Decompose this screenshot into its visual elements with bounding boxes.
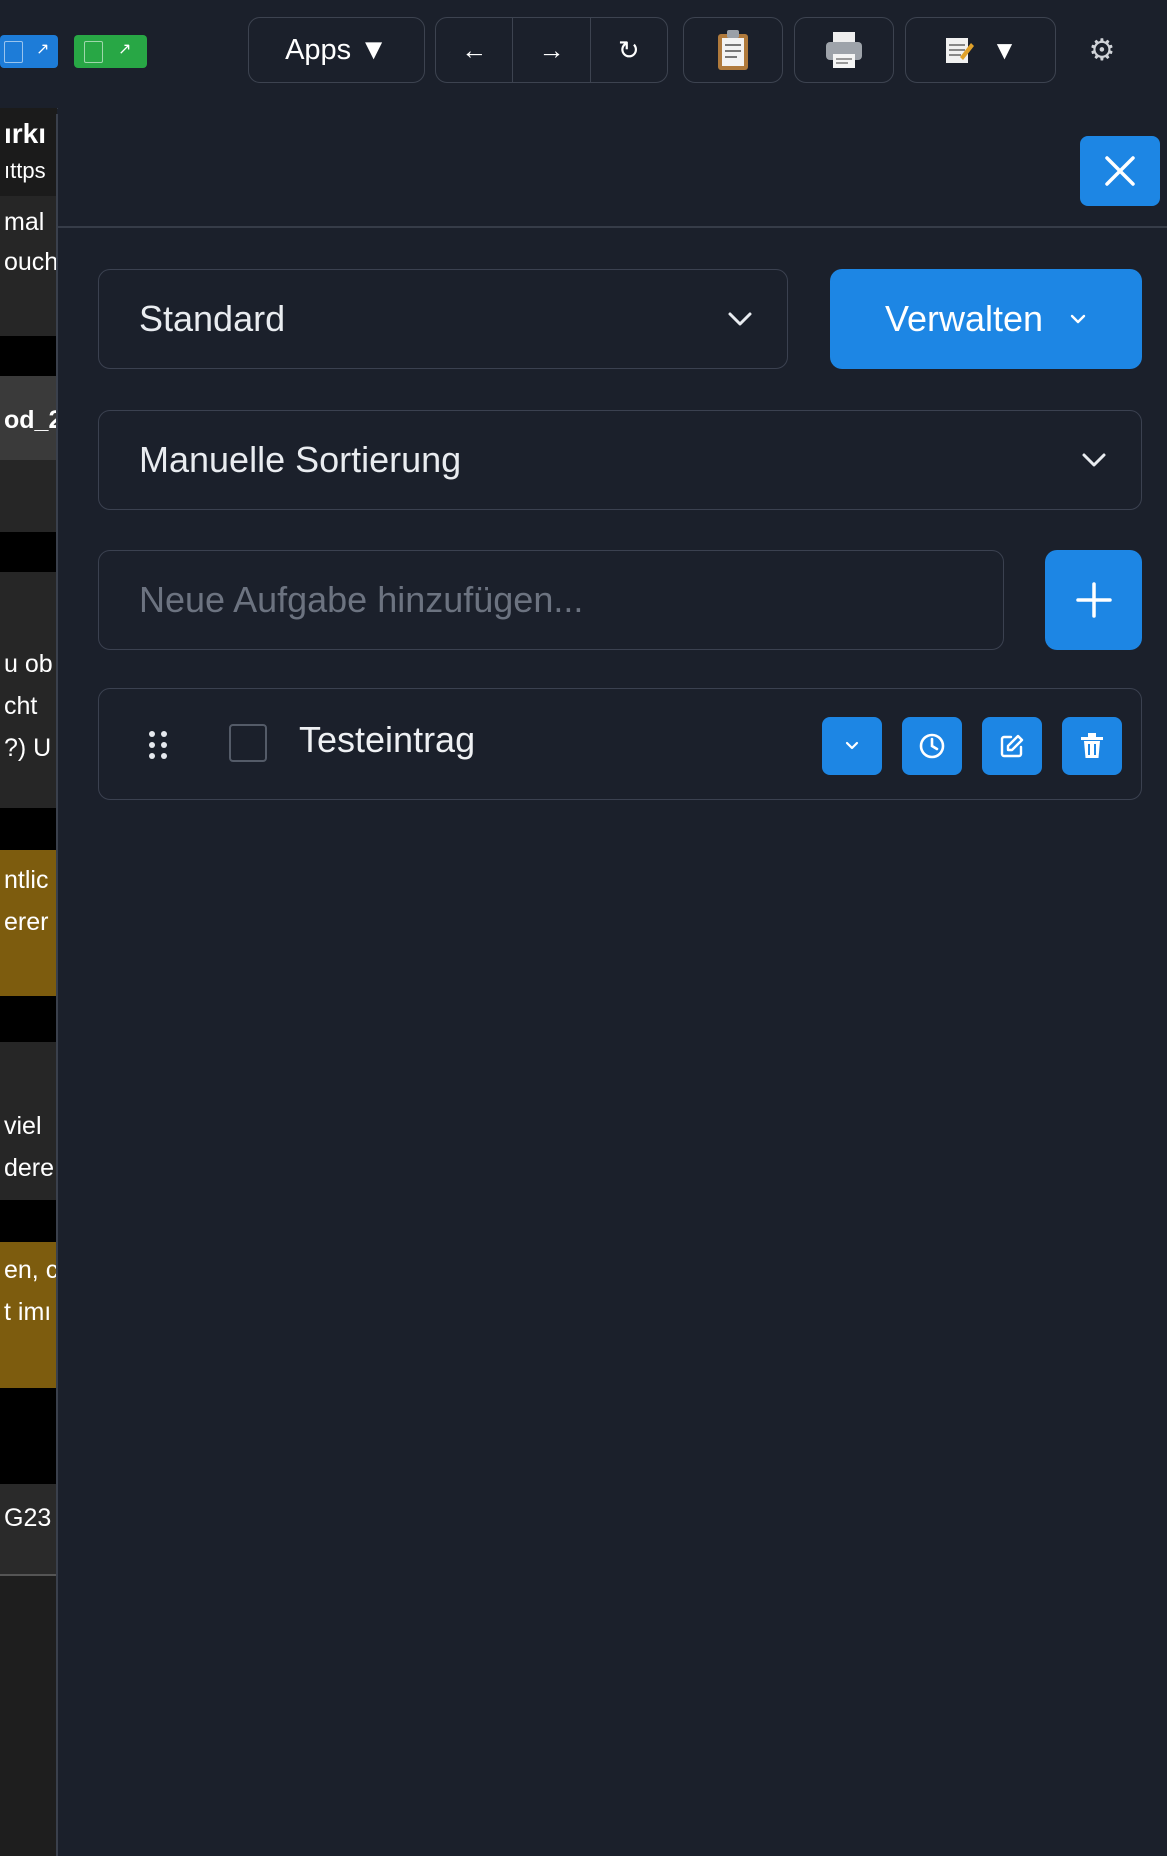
printer-icon <box>826 32 862 68</box>
close-button[interactable] <box>1080 136 1160 206</box>
gear-icon: ⚙ <box>1088 33 1116 67</box>
reload-icon: ↻ <box>617 34 640 65</box>
forward-arrow-icon: → <box>538 34 565 65</box>
edit-icon <box>1000 734 1024 758</box>
blue-app-shortcut[interactable]: ↗ <box>0 35 58 68</box>
task-label: Testeintrag <box>299 719 476 760</box>
bg-gap <box>0 1388 57 1484</box>
manage-dropdown-button[interactable]: Verwalten <box>830 269 1142 369</box>
background-page-strip: ırkı ıttps mal ouch od_2 u ob cht ?) U n… <box>0 108 57 1856</box>
task-edit-button[interactable] <box>982 717 1042 775</box>
task-reminder-button[interactable] <box>902 717 962 775</box>
external-arrow-icon: ↗ <box>118 41 132 58</box>
bg-text: t imı <box>4 1298 52 1326</box>
add-task-button[interactable] <box>1045 550 1142 650</box>
bg-text: erer <box>4 908 49 936</box>
bg-text: u ob <box>4 650 53 678</box>
navigation-group: ← → ↻ <box>435 17 668 83</box>
manage-button-label: Verwalten <box>884 298 1044 339</box>
app-square-icon <box>84 41 103 63</box>
bg-gap <box>0 532 57 572</box>
top-toolbar: ↗ ↗ Apps ▼ ← → ↻ ▼ ⚙ <box>0 0 1167 109</box>
new-task-placeholder: Neue Aufgabe hinzufügen... <box>139 579 584 620</box>
bg-text: en, c <box>4 1256 57 1284</box>
panel-header <box>58 108 1167 228</box>
task-item: Testeintrag <box>98 688 1142 800</box>
notepad-icon <box>945 38 974 63</box>
list-select[interactable]: Standard <box>98 269 788 369</box>
settings-button[interactable]: ⚙ <box>1085 33 1119 67</box>
forward-button[interactable]: → <box>512 18 589 82</box>
apps-menu-button[interactable]: Apps ▼ <box>248 17 425 83</box>
bg-text: viel <box>4 1112 42 1140</box>
bg-text: od_2 <box>4 406 57 434</box>
task-expand-button[interactable] <box>822 717 882 775</box>
sort-select-value: Manuelle Sortierung <box>139 439 462 480</box>
sort-select[interactable]: Manuelle Sortierung <box>98 410 1142 510</box>
bg-row <box>0 1576 57 1856</box>
bg-gap <box>0 996 57 1042</box>
task-panel: Standard Verwalten Manuelle Sortierung N… <box>58 108 1167 1856</box>
back-arrow-icon: ← <box>461 34 488 65</box>
app-square-icon <box>4 41 23 63</box>
notes-dropdown-button[interactable]: ▼ <box>905 17 1056 83</box>
bg-gap <box>0 808 57 850</box>
external-arrow-icon: ↗ <box>36 41 50 58</box>
clipboard-button[interactable] <box>683 17 783 83</box>
chevron-down-icon <box>728 312 752 326</box>
task-delete-button[interactable] <box>1062 717 1122 775</box>
chevron-down-icon <box>1082 453 1106 467</box>
bg-text: ouch <box>4 248 57 276</box>
reload-button[interactable]: ↻ <box>589 18 667 82</box>
print-button[interactable] <box>794 17 894 83</box>
new-task-input[interactable]: Neue Aufgabe hinzufügen... <box>98 550 1004 650</box>
dropdown-triangle-icon: ▼ <box>991 34 1018 65</box>
bg-text: cht <box>4 692 38 720</box>
close-icon <box>1105 156 1135 186</box>
bg-text: dere <box>4 1154 55 1182</box>
bg-text: G23 <box>4 1504 52 1532</box>
drag-handle-icon[interactable] <box>147 729 169 761</box>
bg-text: ntlic <box>4 866 49 894</box>
apps-menu-label: Apps ▼ <box>285 33 388 66</box>
list-select-value: Standard <box>139 298 286 339</box>
chevron-down-icon <box>1070 314 1086 324</box>
green-app-shortcut[interactable]: ↗ <box>74 35 147 68</box>
bg-text: ırkı <box>4 118 47 149</box>
bg-text: ?) U <box>4 734 52 762</box>
chevron-down-icon <box>845 741 859 750</box>
trash-icon <box>1081 733 1103 758</box>
plus-icon <box>1075 582 1112 618</box>
clock-icon <box>919 733 945 759</box>
back-button[interactable]: ← <box>436 18 512 82</box>
bg-gap <box>0 1200 57 1242</box>
bg-text: ıttps <box>4 158 46 183</box>
task-checkbox[interactable] <box>229 724 267 762</box>
bg-gap <box>0 336 57 376</box>
bg-text: mal <box>4 208 45 236</box>
clipboard-icon <box>718 30 748 70</box>
